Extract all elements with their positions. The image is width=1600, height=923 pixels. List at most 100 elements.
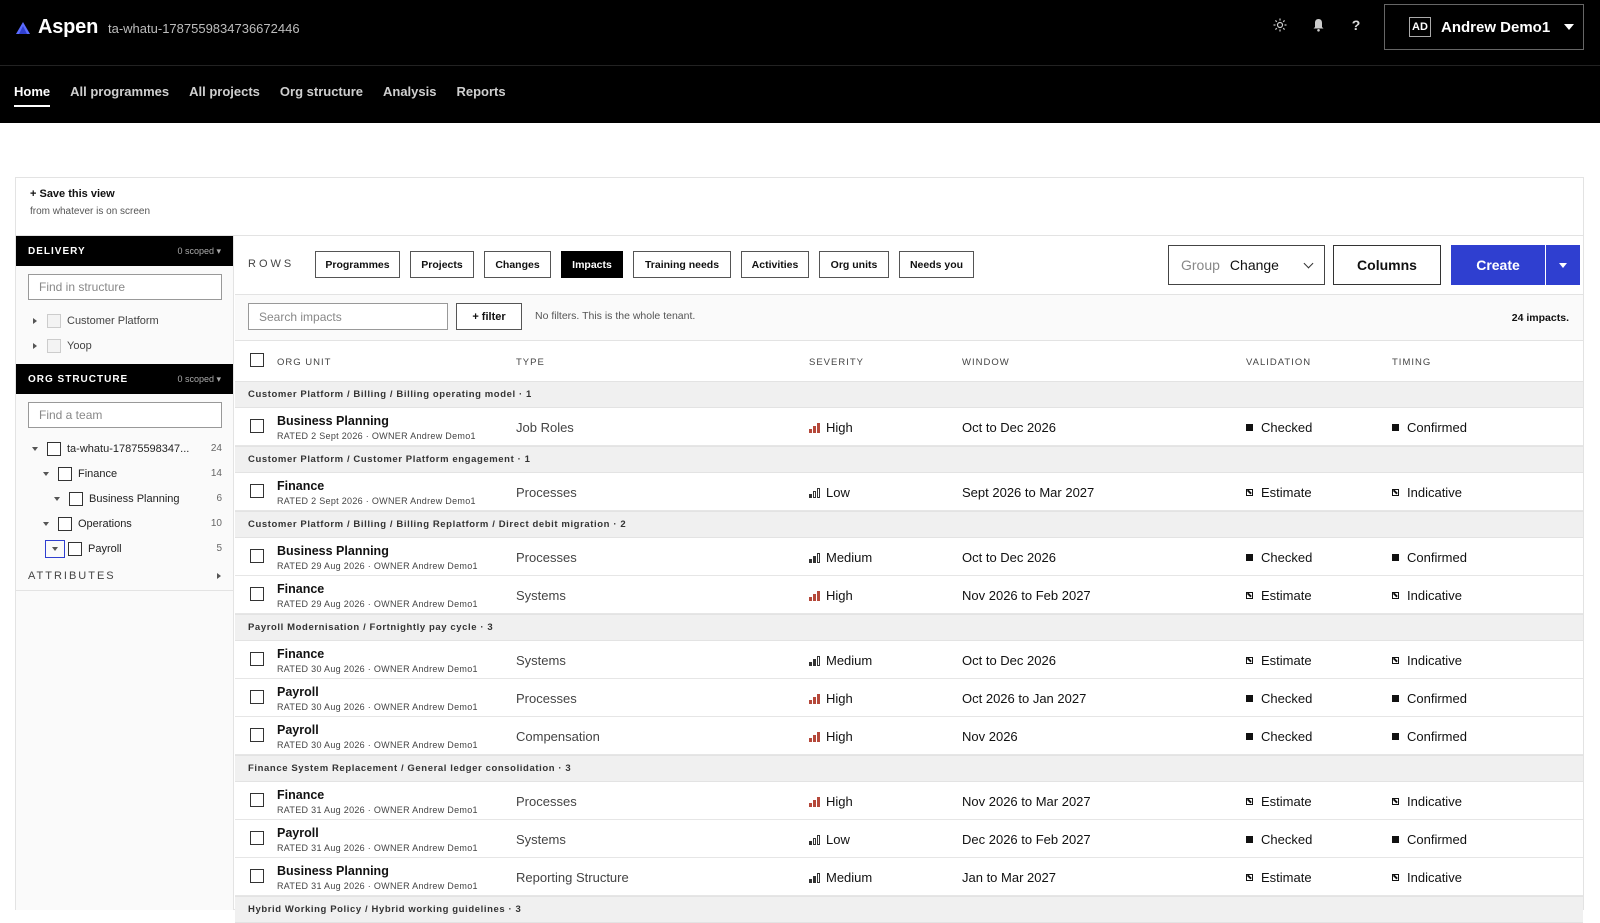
row-checkbox[interactable] xyxy=(250,793,264,807)
table-row[interactable]: Finance RATED 29 Aug 2026 · OWNER Andrew… xyxy=(235,576,1583,614)
collapse-icon[interactable] xyxy=(43,471,49,476)
table-row[interactable]: Finance RATED 2 Sept 2026 · OWNER Andrew… xyxy=(235,473,1583,511)
rows-projects-button[interactable]: Projects xyxy=(410,251,474,278)
collapse-icon[interactable] xyxy=(43,521,49,526)
delivery-scope[interactable]: 0 scoped ▾ xyxy=(177,246,221,257)
checkbox[interactable] xyxy=(47,313,61,328)
checkbox[interactable] xyxy=(47,441,61,456)
table-row[interactable]: Payroll RATED 30 Aug 2026 · OWNER Andrew… xyxy=(235,717,1583,755)
org-unit-name[interactable]: Payroll xyxy=(277,826,319,840)
row-checkbox[interactable] xyxy=(250,831,264,845)
tree-item-business-planning[interactable]: Business Planning 6 xyxy=(16,486,233,511)
add-filter-button[interactable]: + filter xyxy=(456,303,522,330)
nav-all-projects[interactable]: All projects xyxy=(189,84,260,107)
row-checkbox[interactable] xyxy=(250,484,264,498)
tree-item-operations[interactable]: Operations 10 xyxy=(16,511,233,536)
confirmed-square-icon xyxy=(1392,733,1399,740)
timing-label: Confirmed xyxy=(1407,729,1467,744)
table-row[interactable]: Payroll RATED 31 Aug 2026 · OWNER Andrew… xyxy=(235,820,1583,858)
table-row[interactable]: Payroll RATED 30 Aug 2026 · OWNER Andrew… xyxy=(235,679,1583,717)
org-unit-name[interactable]: Business Planning xyxy=(277,864,389,878)
delivery-header[interactable]: DELIVERY 0 scoped ▾ xyxy=(16,236,233,266)
col-org-unit[interactable]: ORG UNIT xyxy=(277,357,331,368)
org-unit-name[interactable]: Payroll xyxy=(277,685,319,699)
col-window[interactable]: WINDOW xyxy=(962,357,1010,368)
org-unit-name[interactable]: Finance xyxy=(277,479,324,493)
collapse-icon[interactable] xyxy=(54,496,60,501)
org-unit-name[interactable]: Finance xyxy=(277,647,324,661)
checkbox[interactable] xyxy=(58,516,72,531)
help-icon[interactable]: ? xyxy=(1348,17,1364,33)
org-unit-name[interactable]: Payroll xyxy=(277,723,319,737)
checkbox[interactable] xyxy=(69,491,83,506)
nav-analysis[interactable]: Analysis xyxy=(383,84,436,107)
rows-needs-you-button[interactable]: Needs you xyxy=(899,251,974,278)
search-impacts-input[interactable]: Search impacts xyxy=(248,303,448,330)
select-all-checkbox[interactable] xyxy=(250,353,264,367)
nav-home[interactable]: Home xyxy=(14,84,51,107)
bell-icon[interactable] xyxy=(1310,17,1326,33)
expand-icon[interactable] xyxy=(33,317,37,324)
row-checkbox[interactable] xyxy=(250,652,264,666)
rows-programmes-button[interactable]: Programmes xyxy=(315,251,400,278)
nav-all-programmes[interactable]: All programmes xyxy=(70,84,169,107)
nav-reports[interactable]: Reports xyxy=(456,84,505,107)
org-unit-name[interactable]: Finance xyxy=(277,582,324,596)
rows-org-units-button[interactable]: Org units xyxy=(819,251,889,278)
confirmed-square-icon xyxy=(1392,424,1399,431)
group-select[interactable]: Group Change xyxy=(1168,245,1325,285)
save-view-subtitle: from whatever is on screen xyxy=(30,206,151,217)
org-unit-name[interactable]: Business Planning xyxy=(277,544,389,558)
create-button[interactable]: Create xyxy=(1451,245,1545,285)
col-severity[interactable]: SEVERITY xyxy=(809,357,864,368)
row-checkbox[interactable] xyxy=(250,587,264,601)
col-timing[interactable]: TIMING xyxy=(1392,357,1431,368)
row-checkbox[interactable] xyxy=(250,419,264,433)
org-unit-name[interactable]: Finance xyxy=(277,788,324,802)
row-checkbox[interactable] xyxy=(250,728,264,742)
rows-changes-button[interactable]: Changes xyxy=(484,251,551,278)
impact-type: Reporting Structure xyxy=(516,870,629,885)
row-checkbox[interactable] xyxy=(250,690,264,704)
save-view[interactable]: + Save this view from whatever is on scr… xyxy=(30,188,150,217)
org-unit-name[interactable]: Business Planning xyxy=(277,414,389,428)
create-dropdown-button[interactable] xyxy=(1546,245,1580,285)
tree-item-yoop[interactable]: Yoop xyxy=(16,333,233,358)
checkbox[interactable] xyxy=(58,466,72,481)
nav-org-structure[interactable]: Org structure xyxy=(280,84,363,107)
tree-item-finance[interactable]: Finance 14 xyxy=(16,461,233,486)
sun-icon[interactable] xyxy=(1272,17,1288,33)
columns-button[interactable]: Columns xyxy=(1333,245,1441,285)
collapse-icon[interactable] xyxy=(32,446,38,451)
tree-item-payroll[interactable]: Payroll 5 xyxy=(16,536,233,561)
rows-training-needs-button[interactable]: Training needs xyxy=(633,251,731,278)
collapse-icon[interactable] xyxy=(45,539,65,558)
find-structure-input[interactable]: Find in structure xyxy=(28,274,222,300)
table-row[interactable]: Business Planning RATED 29 Aug 2026 · OW… xyxy=(235,538,1583,576)
find-team-input[interactable]: Find a team xyxy=(28,402,222,428)
expand-icon[interactable] xyxy=(217,572,221,579)
brand[interactable]: Aspen xyxy=(16,16,98,39)
tree-item-customer-platform[interactable]: Customer Platform xyxy=(16,308,233,333)
org-structure-header[interactable]: ORG STRUCTURE 0 scoped ▾ xyxy=(16,364,233,394)
checkbox[interactable] xyxy=(47,338,61,353)
row-checkbox[interactable] xyxy=(250,869,264,883)
table-row[interactable]: Business Planning RATED 2 Sept 2026 · OW… xyxy=(235,408,1583,446)
org-scope[interactable]: 0 scoped ▾ xyxy=(177,374,221,385)
tree-item-tenant[interactable]: ta-whatu-17875598347... 24 xyxy=(16,436,233,461)
col-validation[interactable]: VALIDATION xyxy=(1246,357,1311,368)
table-row[interactable]: Finance RATED 31 Aug 2026 · OWNER Andrew… xyxy=(235,782,1583,820)
org-scope-label: 0 scoped xyxy=(177,373,214,384)
rows-impacts-button[interactable]: Impacts xyxy=(561,251,623,278)
user-menu[interactable]: AD Andrew Demo1 xyxy=(1384,4,1584,50)
attributes-section[interactable]: ATTRIBUTES xyxy=(16,561,233,591)
expand-icon[interactable] xyxy=(33,342,37,349)
rows-activities-button[interactable]: Activities xyxy=(741,251,809,278)
group-header: Finance System Replacement / General led… xyxy=(235,755,1583,782)
save-view-button[interactable]: + Save this view xyxy=(30,188,150,200)
table-row[interactable]: Business Planning RATED 31 Aug 2026 · OW… xyxy=(235,858,1583,896)
table-row[interactable]: Finance RATED 30 Aug 2026 · OWNER Andrew… xyxy=(235,641,1583,679)
checkbox[interactable] xyxy=(68,541,82,556)
col-type[interactable]: TYPE xyxy=(516,357,545,368)
row-checkbox[interactable] xyxy=(250,549,264,563)
